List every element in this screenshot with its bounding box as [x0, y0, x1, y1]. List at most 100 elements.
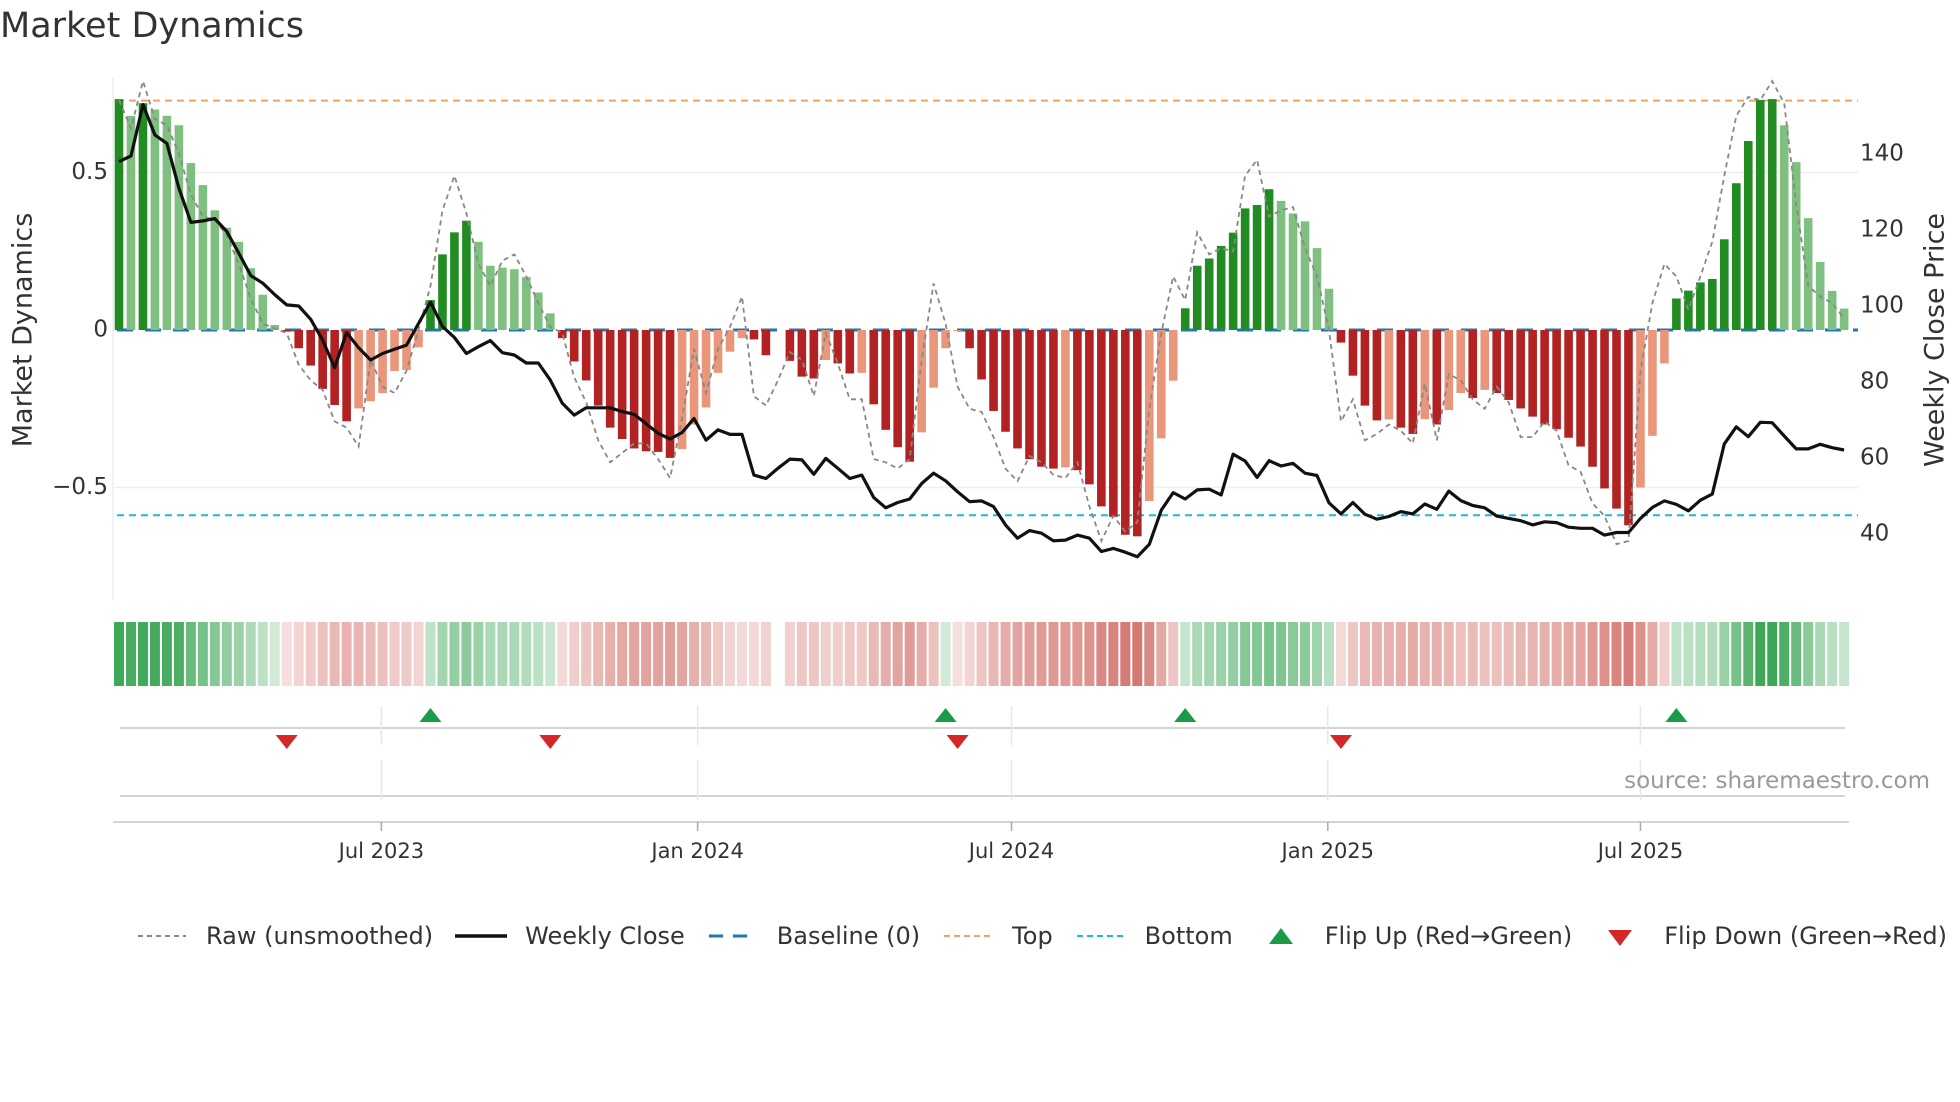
- strip-cell: [796, 622, 807, 686]
- strip-cell: [892, 622, 903, 686]
- strip-cell: [1575, 622, 1586, 686]
- bar: [1755, 100, 1765, 330]
- strip-cell: [1192, 622, 1203, 686]
- bar: [1025, 330, 1034, 460]
- y2-tick-label: 40: [1860, 521, 1889, 547]
- dashed-line-icon: [707, 926, 759, 946]
- bar: [617, 330, 627, 439]
- strip-cell: [413, 622, 424, 686]
- bar: [1779, 125, 1789, 330]
- strip-cell: [976, 622, 987, 686]
- legend-label: Top: [1012, 922, 1053, 950]
- bar: [498, 267, 507, 330]
- strip-cell: [1839, 622, 1850, 686]
- legend-item-top: Top: [942, 922, 1053, 950]
- strip-cell: [617, 622, 628, 686]
- strip-cell: [1204, 622, 1215, 686]
- legend-label: Bottom: [1144, 922, 1233, 950]
- strip-cell: [1587, 622, 1598, 686]
- bar: [809, 330, 819, 379]
- legend-label: Baseline (0): [776, 922, 921, 950]
- strip-cell: [1407, 622, 1418, 686]
- strip-cell: [748, 622, 759, 686]
- strip-cell: [1240, 622, 1251, 686]
- bar: [1708, 278, 1717, 330]
- strip-cell: [1048, 622, 1059, 686]
- bar: [114, 99, 124, 330]
- strip-cell: [1168, 622, 1179, 686]
- y2-tick-label: 120: [1860, 217, 1904, 243]
- strip-cell: [1120, 622, 1131, 686]
- bar: [1312, 248, 1322, 330]
- bar: [1001, 330, 1010, 432]
- triangle-down-icon: [1594, 926, 1646, 946]
- legend-item-flip-down: Flip Down (Green→Red): [1594, 922, 1947, 950]
- strip-cell: [665, 622, 676, 686]
- bar: [989, 330, 998, 411]
- strip-cell: [1779, 622, 1790, 686]
- strip-cell: [461, 622, 472, 686]
- bar: [1516, 330, 1525, 409]
- strip-cell: [1623, 622, 1634, 686]
- strip-cell: [317, 622, 328, 686]
- flip-up-marker: [1174, 708, 1197, 722]
- strip-cell: [485, 622, 496, 686]
- bar: [1504, 330, 1513, 400]
- bar: [510, 269, 519, 330]
- bar: [198, 185, 208, 330]
- strip-cell: [1276, 622, 1287, 686]
- bar: [593, 330, 603, 406]
- strip-cell: [1527, 622, 1538, 686]
- strip-cell: [509, 622, 520, 686]
- strip-cell: [281, 622, 292, 686]
- right-axis-ticks: 140 120 100 80 60 40: [1860, 141, 1904, 547]
- strip-cell: [1371, 622, 1382, 686]
- bar: [1109, 330, 1118, 517]
- dashed-line-icon: [1075, 926, 1127, 946]
- bar: [1732, 183, 1741, 330]
- bar: [1037, 330, 1046, 467]
- bar: [965, 330, 974, 349]
- strip-cell: [605, 622, 616, 686]
- bar: [953, 330, 962, 331]
- bar: [845, 330, 855, 374]
- strip-cell: [724, 622, 735, 686]
- bar: [534, 292, 543, 330]
- strip-cell: [533, 622, 544, 686]
- strip-cell: [161, 622, 172, 686]
- legend-item-raw: Raw (unsmoothed): [136, 922, 433, 950]
- strip-cell: [329, 622, 340, 686]
- bar: [210, 210, 220, 330]
- bar: [1576, 330, 1585, 447]
- strip-cell: [1743, 622, 1754, 686]
- bar: [629, 330, 639, 449]
- bar: [1348, 330, 1358, 376]
- strip-cell: [581, 622, 592, 686]
- strip-cell: [1767, 622, 1778, 686]
- strip-cell: [904, 622, 915, 686]
- bar: [905, 330, 914, 462]
- bar: [1648, 330, 1657, 436]
- bar: [1360, 330, 1370, 406]
- y2-tick-label: 80: [1860, 369, 1889, 395]
- strip-cell: [641, 622, 652, 686]
- bar: [1720, 239, 1729, 330]
- strip-cell: [1479, 622, 1490, 686]
- bar: [1480, 330, 1490, 390]
- strip-cell: [1347, 622, 1358, 686]
- strip-cell: [521, 622, 532, 686]
- strip-cell: [257, 622, 268, 686]
- strip-cell: [1264, 622, 1275, 686]
- y-axis-label: Market Dynamics: [8, 213, 39, 448]
- strip-cell: [808, 622, 819, 686]
- strip-cell: [197, 622, 208, 686]
- bar: [150, 109, 160, 330]
- flip-up-marker: [934, 708, 957, 722]
- bar: [1372, 330, 1382, 421]
- bar: [1564, 330, 1573, 438]
- x-tick-label: Jul 2024: [967, 839, 1054, 863]
- strip-cell: [1072, 622, 1083, 686]
- bar: [1384, 330, 1394, 420]
- legend-item-weekly-close: Weekly Close: [455, 922, 685, 950]
- strip-cell: [221, 622, 232, 686]
